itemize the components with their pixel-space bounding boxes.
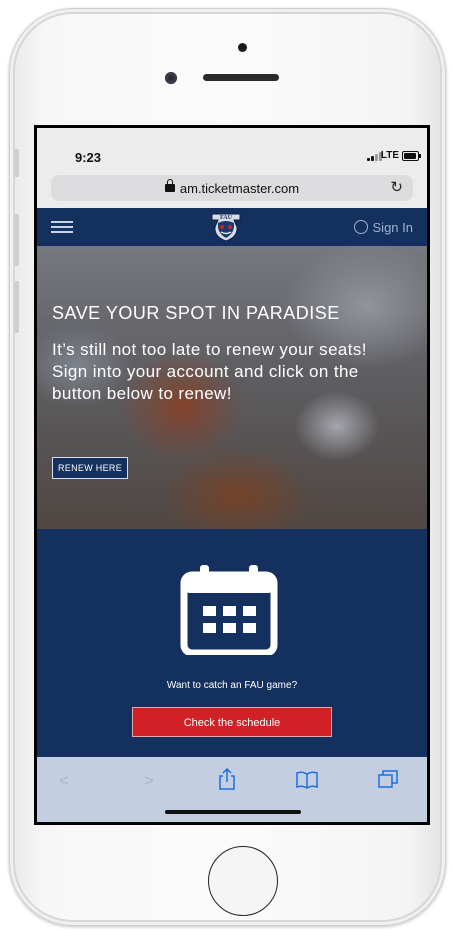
mute-switch [14, 149, 19, 177]
schedule-section: Want to catch an FAU game? Check the sch… [37, 529, 427, 757]
fau-logo-icon[interactable]: FAU [208, 211, 244, 243]
hero-title: SAVE YOUR SPOT IN PARADISE [52, 303, 340, 323]
network-type: LTE [380, 150, 399, 161]
browser-toolbar: < > [37, 757, 427, 822]
renew-here-button[interactable]: RENEW HERE [52, 457, 129, 479]
screen-content: 9:23 LTE am.ticketmaster.com ↻ FAU Sign … [37, 128, 427, 822]
site-navbar: FAU Sign In [37, 208, 427, 246]
status-bar: 9:23 LTE [37, 128, 427, 170]
front-camera-icon [165, 72, 177, 84]
user-icon [353, 220, 368, 234]
sign-in-link[interactable]: Sign In [353, 220, 413, 235]
tabs-icon[interactable] [377, 769, 399, 789]
home-button[interactable] [208, 846, 278, 916]
volume-up-button [14, 214, 19, 266]
proximity-sensor [238, 43, 247, 52]
url-display[interactable]: am.ticketmaster.com [51, 179, 413, 196]
forward-icon[interactable]: > [144, 771, 154, 791]
volume-down-button [14, 281, 19, 333]
hero-text: It’s still not too late to renew your se… [52, 340, 367, 403]
reload-icon[interactable]: ↻ [390, 178, 403, 196]
catch-game-prompt: Want to catch an FAU game? [166, 680, 298, 691]
phone-screen: 9:23 LTE am.ticketmaster.com ↻ FAU Sign … [34, 125, 430, 825]
share-icon[interactable] [217, 767, 237, 791]
check-schedule-button[interactable]: Check the schedule [132, 707, 332, 737]
logo-text: FAU [220, 215, 233, 221]
calendar-icon [180, 565, 278, 655]
hamburger-icon[interactable] [51, 221, 73, 234]
back-icon[interactable]: < [59, 771, 69, 791]
hero-banner: SAVE YOUR SPOT IN PARADISE It’s still no… [37, 246, 427, 529]
sign-in-label: Sign In [372, 220, 413, 235]
earpiece-speaker [203, 74, 279, 81]
battery-icon [402, 151, 421, 161]
lock-icon [164, 179, 175, 192]
book-icon[interactable] [295, 771, 319, 789]
address-bar[interactable]: am.ticketmaster.com ↻ [51, 175, 413, 201]
home-indicator [165, 810, 301, 814]
status-time: 9:23 [75, 150, 102, 165]
url-text: am.ticketmaster.com [179, 181, 300, 196]
